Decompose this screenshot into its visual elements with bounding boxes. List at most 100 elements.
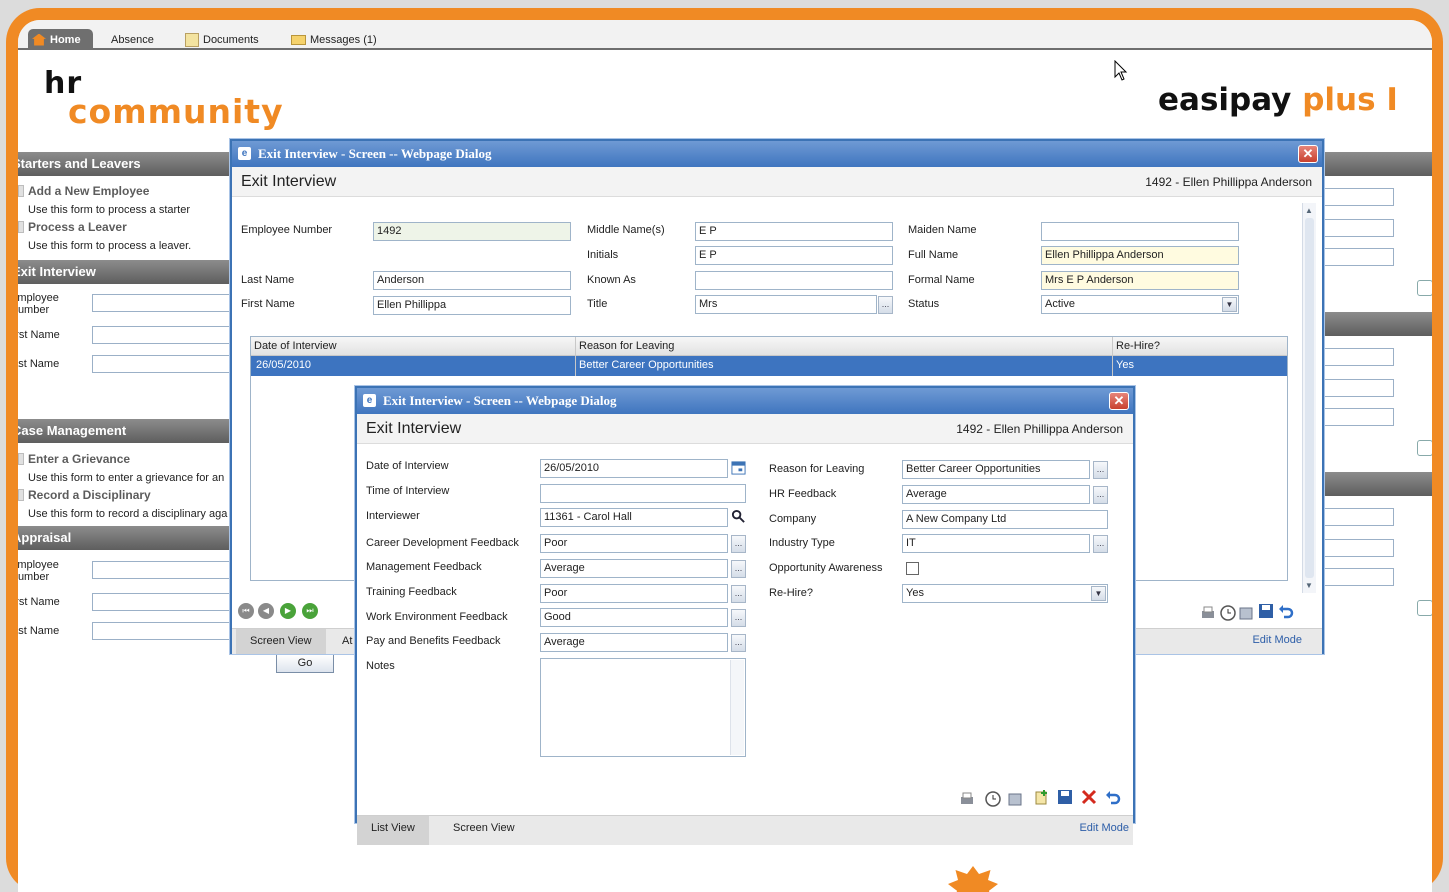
work-env-lookup-button[interactable]: ... — [731, 609, 746, 627]
reason-lookup-button[interactable]: ... — [1093, 461, 1108, 479]
last-record-icon[interactable]: ⏭ — [302, 603, 318, 619]
interviewer-field[interactable]: 11361 - Carol Hall — [540, 508, 728, 527]
grid-header-date[interactable]: Date of Interview — [254, 340, 337, 352]
scroll-down-icon[interactable]: ▼ — [1305, 581, 1313, 590]
known-as-field[interactable] — [695, 271, 893, 290]
save-icon[interactable] — [1258, 603, 1274, 619]
tab-screen-view[interactable]: Screen View — [236, 629, 326, 654]
work-env-field[interactable]: Good — [540, 608, 728, 627]
first-name-field[interactable]: Ellen Phillippa — [373, 296, 571, 315]
nav-absence-tab[interactable]: Absence — [111, 29, 154, 50]
opportunity-checkbox[interactable] — [906, 562, 919, 575]
time-field[interactable] — [540, 484, 746, 503]
middle-names-field[interactable]: E P — [695, 222, 893, 241]
initials-field[interactable]: E P — [695, 246, 893, 265]
right-input[interactable] — [1318, 348, 1394, 366]
reason-field[interactable]: Better Career Opportunities — [902, 460, 1090, 479]
title-field[interactable]: Mrs — [695, 295, 877, 314]
scroll-thumb[interactable] — [1305, 218, 1314, 578]
clock-icon[interactable] — [1220, 605, 1236, 621]
archive-icon[interactable] — [1238, 605, 1254, 621]
appraisal-employee-number-input[interactable] — [92, 561, 242, 579]
printer-icon[interactable] — [1200, 605, 1216, 621]
status-label: Status — [908, 298, 940, 310]
new-record-icon[interactable] — [1033, 789, 1049, 805]
close-icon[interactable]: ✕ — [1298, 145, 1318, 163]
grievance-link[interactable]: Enter a Grievance — [18, 452, 130, 466]
bg-first-name-input[interactable] — [92, 326, 242, 344]
training-field[interactable]: Poor — [540, 584, 728, 603]
nav-messages-tab[interactable]: Messages (1) — [291, 29, 377, 50]
tab-list-view[interactable]: List View — [357, 816, 429, 845]
right-checkbox[interactable] — [1417, 600, 1432, 616]
industry-lookup-button[interactable]: ... — [1093, 535, 1108, 553]
pay-lookup-button[interactable]: ... — [731, 634, 746, 652]
right-input[interactable] — [1318, 508, 1394, 526]
nav-documents-tab[interactable]: Documents — [185, 29, 259, 50]
undo-icon[interactable] — [1105, 789, 1121, 805]
employee-number-field[interactable]: 1492 — [373, 222, 571, 241]
right-input[interactable] — [1318, 379, 1394, 397]
rehire-select[interactable]: Yes ▼ — [902, 584, 1108, 603]
bg-last-name-input[interactable] — [92, 355, 242, 373]
undo-icon[interactable] — [1278, 603, 1294, 619]
right-checkbox[interactable] — [1417, 280, 1432, 296]
hr-feedback-lookup-button[interactable]: ... — [1093, 486, 1108, 504]
bg-employee-number-input[interactable] — [92, 294, 242, 312]
tab-screen-view[interactable]: Screen View — [439, 816, 529, 841]
appraisal-first-name-input[interactable] — [92, 593, 242, 611]
date-field[interactable]: 26/05/2010 — [540, 459, 728, 478]
mail-icon — [291, 34, 306, 45]
printer-icon[interactable] — [959, 791, 975, 807]
right-input[interactable] — [1318, 568, 1394, 586]
management-lookup-button[interactable]: ... — [731, 560, 746, 578]
next-record-icon[interactable]: ▶ — [280, 603, 296, 619]
archive-icon[interactable] — [1007, 791, 1023, 807]
career-lookup-button[interactable]: ... — [731, 535, 746, 553]
nav-home-tab[interactable]: Home — [28, 29, 93, 50]
career-field[interactable]: Poor — [540, 534, 728, 553]
delete-icon[interactable] — [1081, 789, 1097, 805]
status-select[interactable]: Active ▼ — [1041, 295, 1239, 314]
right-input[interactable] — [1318, 248, 1394, 266]
right-input[interactable] — [1318, 408, 1394, 426]
notes-textarea[interactable] — [540, 658, 746, 757]
notes-scrollbar[interactable] — [730, 660, 744, 755]
last-name-field[interactable]: Anderson — [373, 271, 571, 290]
edit-mode-link[interactable]: Edit Mode — [1252, 634, 1302, 646]
calendar-icon[interactable] — [731, 460, 746, 475]
search-icon[interactable] — [731, 509, 746, 524]
right-input[interactable] — [1318, 219, 1394, 237]
previous-record-icon[interactable]: ◀ — [258, 603, 274, 619]
formal-name-field[interactable]: Mrs E P Anderson — [1041, 271, 1239, 290]
grid-header-reason[interactable]: Reason for Leaving — [579, 340, 674, 352]
full-name-field[interactable]: Ellen Phillippa Anderson — [1041, 246, 1239, 265]
right-input[interactable] — [1318, 188, 1394, 206]
disciplinary-link[interactable]: Record a Disciplinary — [18, 488, 151, 502]
table-row[interactable]: 26/05/2010 Better Career Opportunities Y… — [251, 356, 1287, 376]
chevron-down-icon[interactable]: ▼ — [1222, 297, 1237, 312]
right-checkbox[interactable] — [1417, 440, 1432, 456]
grid-header-rehire[interactable]: Re-Hire? — [1116, 340, 1160, 352]
process-leaver-link[interactable]: Process a Leaver — [18, 220, 127, 234]
scroll-up-icon[interactable]: ▲ — [1305, 206, 1313, 215]
clock-icon[interactable] — [985, 791, 1001, 807]
close-icon[interactable]: ✕ — [1109, 392, 1129, 410]
right-input[interactable] — [1318, 539, 1394, 557]
edit-mode-link[interactable]: Edit Mode — [1079, 822, 1129, 834]
management-field[interactable]: Average — [540, 559, 728, 578]
go-button[interactable]: Go — [276, 654, 334, 673]
industry-field[interactable]: IT — [902, 534, 1090, 553]
title-lookup-button[interactable]: ... — [878, 296, 893, 314]
first-record-icon[interactable]: ⏮ — [238, 603, 254, 619]
pay-field[interactable]: Average — [540, 633, 728, 652]
training-lookup-button[interactable]: ... — [731, 585, 746, 603]
company-field[interactable]: A New Company Ltd — [902, 510, 1108, 529]
appraisal-last-name-input[interactable] — [92, 622, 242, 640]
save-icon[interactable] — [1057, 789, 1073, 805]
add-employee-link[interactable]: Add a New Employee — [18, 184, 149, 198]
maiden-name-field[interactable] — [1041, 222, 1239, 241]
hr-feedback-field[interactable]: Average — [902, 485, 1090, 504]
chevron-down-icon[interactable]: ▼ — [1091, 586, 1106, 601]
dialog-scrollbar[interactable]: ▲ ▼ — [1302, 203, 1316, 593]
